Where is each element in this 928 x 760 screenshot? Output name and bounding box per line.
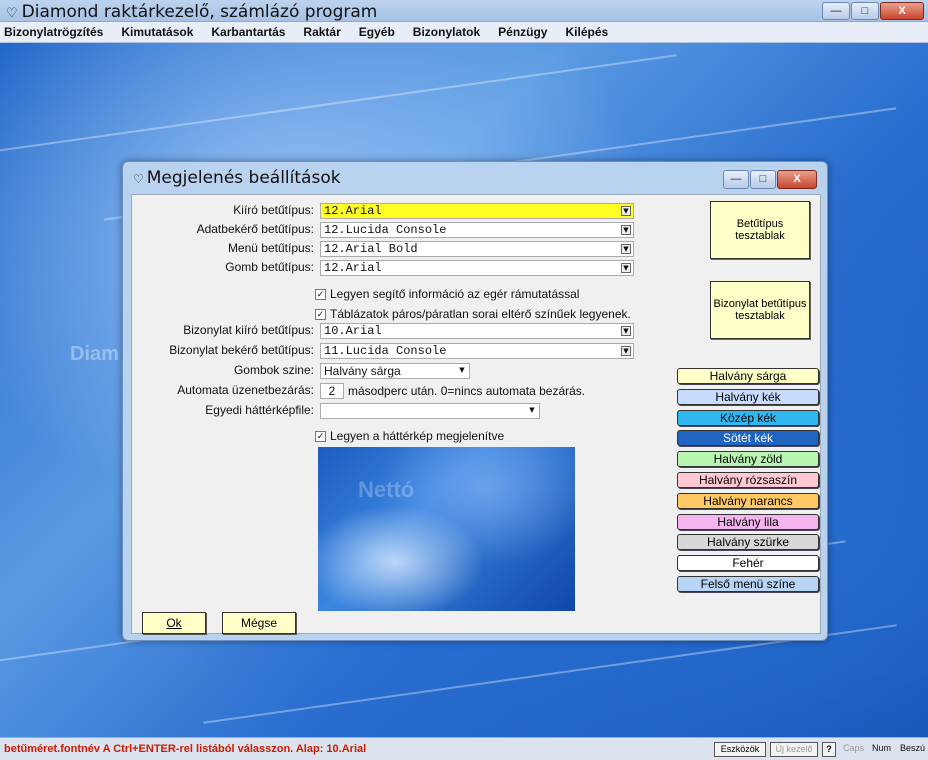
ok-button[interactable]: Ok: [142, 612, 206, 634]
chevron-down-icon: ▼: [621, 346, 631, 356]
uj-kezelo-button[interactable]: Új kezelő: [770, 742, 818, 757]
background-logo-text: Diam: [70, 343, 119, 365]
eszkozok-button[interactable]: Eszközök: [714, 742, 766, 757]
tablazatok-checkbox[interactable]: ✓ Táblázatok páros/páratlan sorai eltérő …: [315, 307, 631, 321]
menu-font-label: Menü betűtípus:: [227, 241, 314, 255]
bizonylat-tesztablak-button[interactable]: Bizonylat betűtípus tesztablak: [710, 281, 810, 339]
app-title: ♡ Diamond raktárkezelő, számlázó program: [6, 2, 378, 22]
biz-kiro-font-select[interactable]: 10.Arial ▼: [320, 323, 634, 339]
settings-dialog: ♡ Megjelenés beállítások — □ X Kiíró betű…: [122, 161, 828, 641]
status-bar: betűméret.fontnév A Ctrl+ENTER-rel listá…: [0, 737, 928, 760]
adatbekero-label: Adatbekérő betűtípus:: [196, 222, 314, 236]
segito-checkbox[interactable]: ✓ Legyen segítő információ az egér rámuta…: [315, 287, 579, 301]
dialog-maximize-button[interactable]: □: [750, 170, 776, 189]
menu-bizonylatrogzites[interactable]: Bizonylatrögzítés: [4, 25, 103, 39]
gomb-font-label: Gomb betűtípus:: [225, 260, 314, 274]
color-button[interactable]: Halvány lila: [677, 513, 819, 530]
num-indicator: Num: [872, 743, 892, 753]
chevron-down-icon: ▼: [621, 263, 631, 273]
gombok-szine-select[interactable]: Halvány sárga ▼: [320, 363, 470, 379]
chevron-down-icon: ▼: [529, 406, 535, 414]
diamond-icon: ♡: [133, 172, 144, 186]
close-button[interactable]: X: [880, 2, 924, 20]
menu-raktar[interactable]: Raktár: [303, 25, 340, 39]
menu-karbantartas[interactable]: Karbantartás: [211, 25, 285, 39]
dialog-minimize-button[interactable]: —: [723, 170, 749, 189]
chevron-down-icon: ▼: [621, 206, 631, 216]
menu-kimutatasok[interactable]: Kimutatások: [121, 25, 193, 39]
color-button[interactable]: Halvány zöld: [677, 451, 819, 468]
menu-egyeb[interactable]: Egyéb: [359, 25, 395, 39]
automata-seconds-input[interactable]: 2: [320, 383, 344, 399]
menu-kilepes[interactable]: Kilépés: [565, 25, 608, 39]
checkmark-icon: ✓: [315, 308, 326, 320]
megse-button[interactable]: Mégse: [222, 612, 296, 634]
color-button[interactable]: Halvány kék: [677, 388, 819, 405]
color-button[interactable]: Felső menü színe: [677, 576, 819, 592]
insert-indicator: Beszú: [900, 743, 926, 753]
biz-bekero-font-select[interactable]: 11.Lucida Console ▼: [320, 343, 634, 359]
menu-penzugy[interactable]: Pénzügy: [498, 25, 547, 39]
background-preview-image: Nettó: [318, 447, 575, 611]
chevron-down-icon: ▼: [621, 244, 631, 254]
automata-label: Automata üzenetbezárás:: [177, 383, 314, 397]
biz-kiro-label: Bizonylat kiíró betűtípus:: [183, 323, 314, 337]
menu-bizonylatok[interactable]: Bizonylatok: [413, 25, 480, 39]
color-button[interactable]: Halvány rózsaszín: [677, 472, 819, 488]
diamond-icon: ♡: [6, 6, 18, 21]
color-button[interactable]: Halvány sárga: [677, 368, 819, 384]
checkmark-icon: ✓: [315, 430, 326, 442]
hatterkep-checkbox[interactable]: ✓ Legyen a háttérkép megjelenítve: [315, 429, 504, 443]
dialog-title: ♡ Megjelenés beállítások: [133, 168, 341, 188]
status-message: betűméret.fontnév A Ctrl+ENTER-rel listá…: [4, 743, 367, 755]
hatterkep-file-select[interactable]: ▼: [320, 403, 540, 419]
color-button[interactable]: Halvány szürke: [677, 534, 819, 551]
maximize-button[interactable]: □: [851, 2, 879, 20]
chevron-down-icon: ▼: [621, 225, 631, 235]
help-button[interactable]: ?: [822, 742, 836, 757]
checkmark-icon: ✓: [315, 288, 326, 300]
menu-font-select[interactable]: 12.Arial Bold ▼: [320, 241, 634, 257]
gombok-szine-label: Gombok szine:: [233, 363, 314, 377]
color-button[interactable]: Fehér: [677, 555, 819, 572]
menu-bar: Bizonylatrögzítés Kimutatások Karbantart…: [0, 22, 928, 43]
color-button[interactable]: Halvány narancs: [677, 492, 819, 509]
preview-ghost-text: Nettó: [358, 477, 415, 502]
kiro-label: Kiíró betűtípus:: [233, 203, 314, 217]
chevron-down-icon: ▼: [459, 366, 465, 374]
minimize-button[interactable]: —: [822, 2, 850, 20]
kiro-font-select[interactable]: 12.Arial ▼: [320, 203, 634, 219]
betutipus-tesztablak-button[interactable]: Betűtípus tesztablak: [710, 201, 810, 259]
automata-suffix: másodperc után. 0=nincs automata bezárás…: [348, 384, 586, 398]
gomb-font-select[interactable]: 12.Arial ▼: [320, 260, 634, 276]
dialog-close-button[interactable]: X: [777, 170, 817, 189]
color-button[interactable]: Közép kék: [677, 409, 819, 426]
biz-bekero-label: Bizonylat bekérő betűtípus:: [169, 343, 314, 357]
color-button[interactable]: Sötét kék: [677, 430, 819, 447]
hatterkep-file-label: Egyedi háttérképfile:: [205, 403, 314, 417]
caps-indicator: Caps: [843, 743, 865, 753]
dialog-body: Kiíró betűtípus: 12.Arial ▼ Adatbekérő be…: [131, 194, 821, 634]
chevron-down-icon: ▼: [621, 326, 631, 336]
adatbekero-font-select[interactable]: 12.Lucida Console ▼: [320, 222, 634, 238]
app-titlebar: ♡ Diamond raktárkezelő, számlázó program …: [0, 0, 928, 22]
